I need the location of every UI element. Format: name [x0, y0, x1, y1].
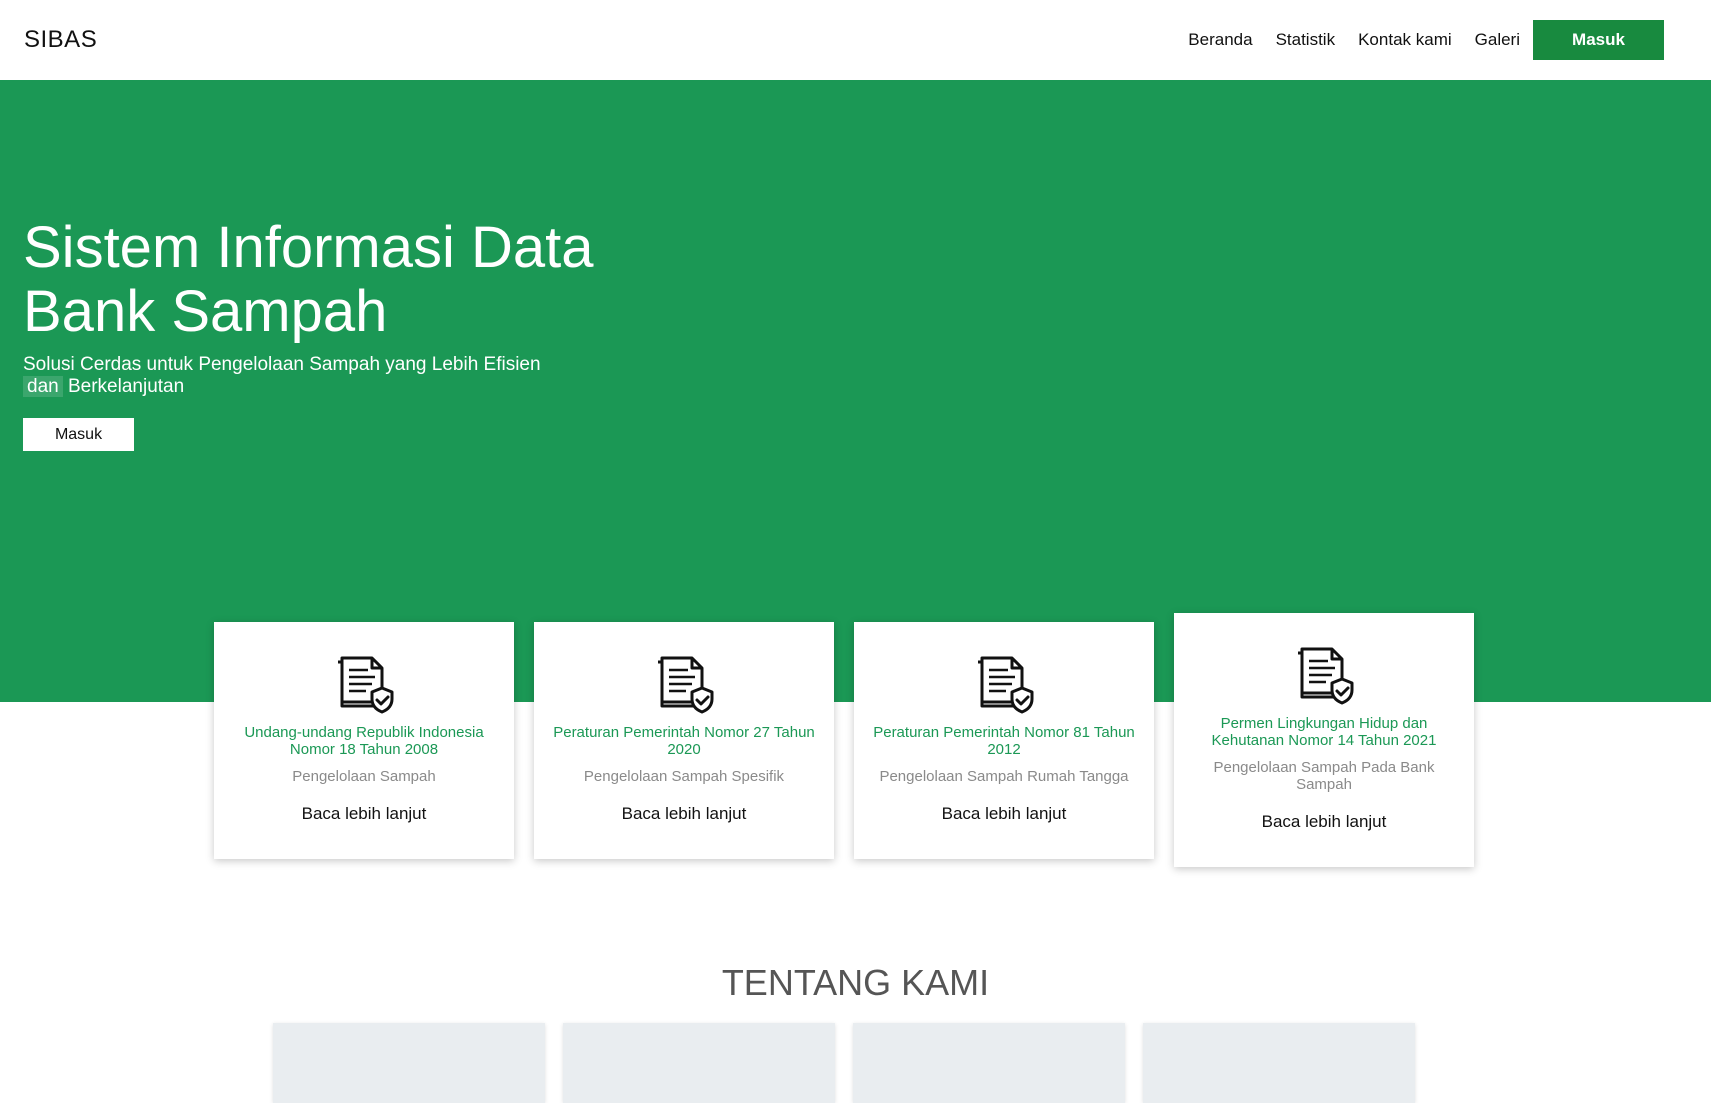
- about-card: [853, 1023, 1125, 1103]
- hero-subtitle-main: Solusi Cerdas untuk Pengelolaan Sampah y…: [23, 354, 541, 375]
- card-description: Pengelolaan Sampah Pada Bank Sampah: [1213, 759, 1435, 793]
- document-shield-icon: [338, 656, 394, 714]
- hero-subtitle-highlight: dan: [23, 376, 63, 397]
- regulation-card[interactable]: Undang-undang Republik Indonesia Nomor 1…: [214, 622, 514, 859]
- read-more-link[interactable]: Baca lebih lanjut: [854, 804, 1154, 824]
- card-title: Permen Lingkungan Hidup dan Kehutanan No…: [1211, 715, 1437, 749]
- nav-link-galeri[interactable]: Galeri: [1475, 30, 1520, 50]
- read-more-link[interactable]: Baca lebih lanjut: [214, 804, 514, 824]
- card-title: Peraturan Pemerintah Nomor 81 Tahun 2012: [873, 724, 1135, 758]
- card-title: Peraturan Pemerintah Nomor 27 Tahun 2020: [553, 724, 815, 758]
- document-shield-icon: [978, 656, 1034, 714]
- read-more-link[interactable]: Baca lebih lanjut: [1174, 812, 1474, 832]
- header-login-button[interactable]: Masuk: [1533, 20, 1664, 60]
- card-description: Pengelolaan Sampah Rumah Tangga: [879, 768, 1129, 785]
- hero-login-button[interactable]: Masuk: [23, 418, 134, 451]
- card-description: Pengelolaan Sampah Spesifik: [583, 768, 785, 785]
- regulation-card[interactable]: Peraturan Pemerintah Nomor 81 Tahun 2012…: [854, 622, 1154, 859]
- nav-link-statistik[interactable]: Statistik: [1276, 30, 1336, 50]
- nav-link-kontak-kami[interactable]: Kontak kami: [1358, 30, 1452, 50]
- hero-title: Sistem Informasi Data Bank Sampah: [23, 215, 594, 344]
- about-card: [1143, 1023, 1415, 1103]
- brand-logo-text[interactable]: SIBAS: [24, 26, 97, 54]
- hero-section: Sistem Informasi Data Bank Sampah Solusi…: [0, 80, 1711, 702]
- about-card: [273, 1023, 545, 1103]
- card-description: Pengelolaan Sampah: [292, 768, 436, 785]
- main-navigation: Beranda Statistik Kontak kami Galeri Mas…: [1188, 20, 1664, 60]
- regulation-card-hovered[interactable]: Permen Lingkungan Hidup dan Kehutanan No…: [1174, 613, 1474, 867]
- about-section-title: TENTANG KAMI: [721, 962, 990, 1003]
- hero-subtitle-end: Berkelanjutan: [67, 376, 185, 397]
- about-card: [563, 1023, 835, 1103]
- nav-link-beranda[interactable]: Beranda: [1188, 30, 1252, 50]
- site-header: SIBAS Beranda Statistik Kontak kami Gale…: [0, 0, 1711, 80]
- card-title: Undang-undang Republik Indonesia Nomor 1…: [244, 724, 484, 758]
- document-shield-icon: [658, 656, 714, 714]
- hero-subtitle: Solusi Cerdas untuk Pengelolaan Sampah y…: [23, 354, 583, 398]
- read-more-link[interactable]: Baca lebih lanjut: [534, 804, 834, 824]
- document-shield-icon: [1298, 647, 1354, 705]
- regulation-card[interactable]: Peraturan Pemerintah Nomor 27 Tahun 2020…: [534, 622, 834, 859]
